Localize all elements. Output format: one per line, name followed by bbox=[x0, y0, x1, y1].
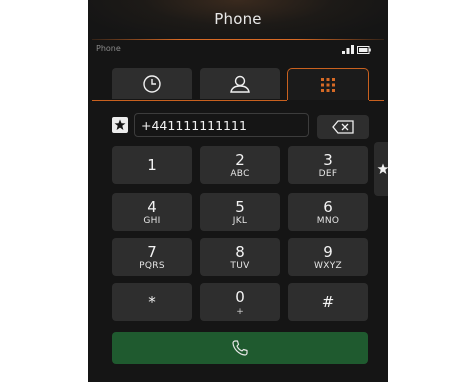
tab-contacts[interactable] bbox=[200, 68, 280, 99]
tab-dialpad[interactable] bbox=[287, 68, 369, 100]
key-digit: 3 bbox=[323, 151, 333, 169]
key-letters: WXYZ bbox=[314, 261, 342, 271]
key-digit: 6 bbox=[323, 198, 333, 216]
key-digit: 1 bbox=[147, 156, 157, 174]
key-2[interactable]: 2 ABC bbox=[200, 146, 280, 184]
key-letters: PQRS bbox=[139, 261, 165, 271]
key-digit: 7 bbox=[147, 243, 157, 261]
status-label: Phone bbox=[96, 44, 121, 53]
key-letters: MNO bbox=[316, 216, 340, 226]
key-letters: JKL bbox=[232, 216, 248, 226]
phone-number-input[interactable]: +441111111111 bbox=[134, 113, 309, 137]
key-9[interactable]: 9 WXYZ bbox=[288, 238, 368, 276]
star-icon bbox=[114, 119, 126, 130]
app-title: Phone bbox=[214, 10, 262, 28]
key-0[interactable]: 0 + bbox=[200, 283, 280, 321]
key-digit: # bbox=[321, 293, 335, 311]
favorite-button[interactable] bbox=[112, 117, 128, 133]
backspace-icon bbox=[332, 120, 354, 134]
key-letters: TUV bbox=[230, 261, 250, 271]
key-digit: 5 bbox=[235, 198, 245, 216]
call-button[interactable] bbox=[112, 332, 368, 364]
key-3[interactable]: 3 DEF bbox=[288, 146, 368, 184]
star-icon bbox=[377, 163, 388, 174]
key-hash[interactable]: # bbox=[288, 283, 368, 321]
key-digit: 4 bbox=[147, 198, 157, 216]
key-7[interactable]: 7 PQRS bbox=[112, 238, 192, 276]
phone-app: Phone Phone +441111111111 1 2 ABC 3 DEF … bbox=[88, 0, 388, 382]
key-digit: 2 bbox=[235, 151, 245, 169]
key-digit: 9 bbox=[323, 243, 333, 261]
key-letters: + bbox=[236, 307, 244, 317]
key-6[interactable]: 6 MNO bbox=[288, 193, 368, 231]
tab-recents[interactable] bbox=[112, 68, 192, 99]
tab-underline-right bbox=[369, 100, 384, 101]
key-digit: 0 bbox=[235, 288, 245, 306]
clock-icon bbox=[143, 74, 161, 93]
key-letters: GHI bbox=[143, 216, 161, 226]
key-letters: DEF bbox=[318, 169, 338, 179]
backspace-button[interactable] bbox=[317, 115, 369, 139]
phone-icon bbox=[232, 340, 248, 356]
tab-underline-left bbox=[92, 100, 287, 101]
key-4[interactable]: 4 GHI bbox=[112, 193, 192, 231]
key-star[interactable]: * bbox=[112, 283, 192, 321]
key-8[interactable]: 8 TUV bbox=[200, 238, 280, 276]
person-icon bbox=[230, 75, 250, 93]
key-1[interactable]: 1 bbox=[112, 146, 192, 184]
title-divider bbox=[92, 39, 384, 40]
signal-icon bbox=[342, 45, 354, 54]
key-5[interactable]: 5 JKL bbox=[200, 193, 280, 231]
key-digit: * bbox=[148, 293, 156, 311]
key-letters: ABC bbox=[230, 169, 250, 179]
keypad-icon bbox=[321, 77, 335, 92]
key-digit: 8 bbox=[235, 243, 245, 261]
title-bar: Phone bbox=[88, 0, 388, 40]
favorites-side-button[interactable] bbox=[374, 142, 388, 196]
battery-icon bbox=[357, 46, 371, 54]
